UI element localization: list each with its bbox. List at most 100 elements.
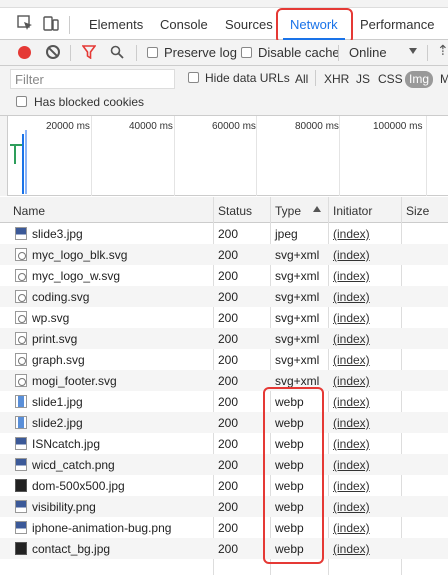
request-initiator[interactable]: (index)	[333, 374, 370, 388]
request-initiator[interactable]: (index)	[333, 227, 370, 241]
inspect-element-icon[interactable]	[16, 14, 34, 32]
request-initiator[interactable]: (index)	[333, 437, 370, 451]
table-row[interactable]: visibility.png 200 webp (index)	[0, 496, 448, 517]
image-file-icon	[15, 227, 27, 240]
request-name: visibility.png	[32, 500, 96, 514]
tab-console[interactable]: Console	[160, 17, 208, 32]
column-header-initiator[interactable]: Initiator	[333, 204, 372, 218]
table-row[interactable]: wp.svg 200 svg+xml (index)	[0, 307, 448, 328]
request-initiator[interactable]: (index)	[333, 416, 370, 430]
device-toolbar-icon[interactable]	[42, 14, 60, 32]
toolbar-separator	[338, 45, 339, 61]
request-status: 200	[218, 332, 239, 346]
search-icon[interactable]	[110, 45, 124, 59]
request-type: svg+xml	[275, 311, 320, 325]
table-row[interactable]: ISNcatch.jpg 200 webp (index)	[0, 433, 448, 454]
tab-sources[interactable]: Sources	[225, 17, 273, 32]
request-status: 200	[218, 248, 239, 262]
request-status: 200	[218, 416, 239, 430]
tab-performance[interactable]: Performance	[360, 17, 434, 32]
request-name: iphone-animation-bug.png	[32, 521, 172, 535]
request-type: svg+xml	[275, 269, 320, 283]
hide-data-urls-checkbox[interactable]	[188, 72, 199, 83]
request-type: jpeg	[275, 227, 298, 241]
overview-gridline	[174, 116, 175, 196]
request-name: myc_logo_w.svg	[32, 269, 121, 283]
table-row[interactable]: contact_bg.jpg 200 webp (index)	[0, 538, 448, 559]
request-initiator[interactable]: (index)	[333, 353, 370, 367]
table-row[interactable]: myc_logo_w.svg 200 svg+xml (index)	[0, 265, 448, 286]
throttling-select[interactable]: Online	[349, 45, 387, 60]
table-row[interactable]: dom-500x500.jpg 200 webp (index)	[0, 475, 448, 496]
request-name: myc_logo_blk.svg	[32, 248, 128, 262]
clear-icon[interactable]	[46, 45, 60, 59]
sort-ascending-icon	[313, 206, 321, 212]
overview-gridline	[339, 116, 340, 196]
filter-type-media[interactable]: M	[440, 72, 448, 86]
table-row[interactable]: coding.svg 200 svg+xml (index)	[0, 286, 448, 307]
table-row[interactable]: mogi_footer.svg 200 svg+xml (index)	[0, 370, 448, 391]
image-file-icon	[15, 500, 27, 513]
tab-elements[interactable]: Elements	[89, 17, 143, 32]
request-type: svg+xml	[275, 374, 320, 388]
column-header-status[interactable]: Status	[218, 204, 252, 218]
overview-left-handle[interactable]	[0, 116, 8, 196]
filter-icon[interactable]	[82, 45, 96, 59]
overview-waterfall-mark	[10, 144, 22, 146]
disable-cache-checkbox[interactable]	[241, 47, 252, 58]
overview-tick-label: 100000 ms	[373, 121, 423, 132]
request-initiator[interactable]: (index)	[333, 500, 370, 514]
hide-data-urls-label: Hide data URLs	[205, 71, 290, 85]
table-row[interactable]: graph.svg 200 svg+xml (index)	[0, 349, 448, 370]
column-header-size[interactable]: Size	[406, 204, 429, 218]
has-blocked-cookies-checkbox[interactable]	[16, 96, 27, 107]
image-file-icon	[15, 479, 27, 492]
filter-type-all[interactable]: All	[295, 72, 308, 86]
column-header-name[interactable]: Name	[13, 204, 45, 218]
request-name: coding.svg	[32, 290, 90, 304]
table-row[interactable]: slide1.jpg 200 webp (index)	[0, 391, 448, 412]
filter-type-js[interactable]: JS	[356, 72, 370, 86]
request-initiator[interactable]: (index)	[333, 269, 370, 283]
table-row[interactable]: iphone-animation-bug.png 200 webp (index)	[0, 517, 448, 538]
table-row[interactable]: slide2.jpg 200 webp (index)	[0, 412, 448, 433]
request-initiator[interactable]: (index)	[333, 521, 370, 535]
request-status: 200	[218, 542, 239, 556]
table-row[interactable]: slide3.jpg 200 jpeg (index)	[0, 223, 448, 244]
request-initiator[interactable]: (index)	[333, 311, 370, 325]
filter-type-img[interactable]: Img	[405, 71, 434, 88]
request-initiator[interactable]: (index)	[333, 458, 370, 472]
svg-file-icon	[15, 374, 27, 387]
request-initiator[interactable]: (index)	[333, 290, 370, 304]
column-header-type[interactable]: Type	[275, 204, 301, 218]
request-status: 200	[218, 290, 239, 304]
chevron-down-icon[interactable]	[409, 48, 417, 54]
request-initiator[interactable]: (index)	[333, 248, 370, 262]
svg-file-icon	[15, 248, 27, 261]
overview-tick-label: 60000 ms	[212, 121, 256, 132]
request-initiator[interactable]: (index)	[333, 542, 370, 556]
request-status: 200	[218, 437, 239, 451]
request-name: slide1.jpg	[32, 395, 83, 409]
overview-tick-label: 80000 ms	[295, 121, 339, 132]
table-row[interactable]: print.svg 200 svg+xml (index)	[0, 328, 448, 349]
filter-type-xhr[interactable]: XHR	[324, 72, 349, 86]
preserve-log-checkbox[interactable]	[147, 47, 158, 58]
overview-waterfall-mark	[25, 130, 27, 194]
request-initiator[interactable]: (index)	[333, 479, 370, 493]
record-icon[interactable]	[18, 46, 31, 59]
tabbar-topline	[0, 0, 448, 8]
request-name: mogi_footer.svg	[32, 374, 117, 388]
network-overview[interactable]: 20000 ms 40000 ms 60000 ms 80000 ms 1000…	[0, 116, 448, 196]
overview-gridline	[91, 116, 92, 196]
request-initiator[interactable]: (index)	[333, 395, 370, 409]
table-row[interactable]: myc_logo_blk.svg 200 svg+xml (index)	[0, 244, 448, 265]
filter-type-css[interactable]: CSS	[378, 72, 403, 86]
request-initiator[interactable]: (index)	[333, 332, 370, 346]
overview-waterfall-mark	[22, 134, 24, 194]
import-har-icon[interactable]: ⇡	[437, 42, 448, 59]
request-type: svg+xml	[275, 332, 320, 346]
table-row[interactable]: wicd_catch.png 200 webp (index)	[0, 454, 448, 475]
filter-input[interactable]	[10, 69, 175, 89]
image-file-icon	[15, 395, 27, 408]
